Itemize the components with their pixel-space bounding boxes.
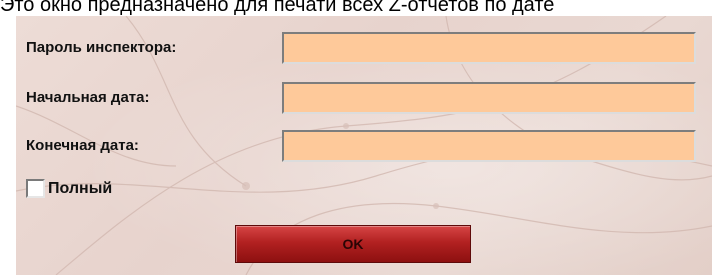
end-date-input[interactable] [282, 130, 696, 162]
ok-button[interactable]: OK [235, 225, 471, 263]
print-z-reports-dialog: Пароль инспектора: Начальная дата: Конеч… [16, 16, 712, 275]
end-date-label: Конечная дата: [26, 137, 139, 154]
full-checkbox[interactable] [26, 179, 45, 198]
password-label: Пароль инспектора: [26, 39, 177, 56]
start-date-label: Начальная дата: [26, 89, 150, 106]
password-input[interactable] [282, 32, 696, 64]
full-checkbox-label: Полный [48, 180, 113, 197]
page: Это окно предназначено для печати всех Z… [0, 0, 712, 275]
start-date-input[interactable] [282, 82, 696, 114]
